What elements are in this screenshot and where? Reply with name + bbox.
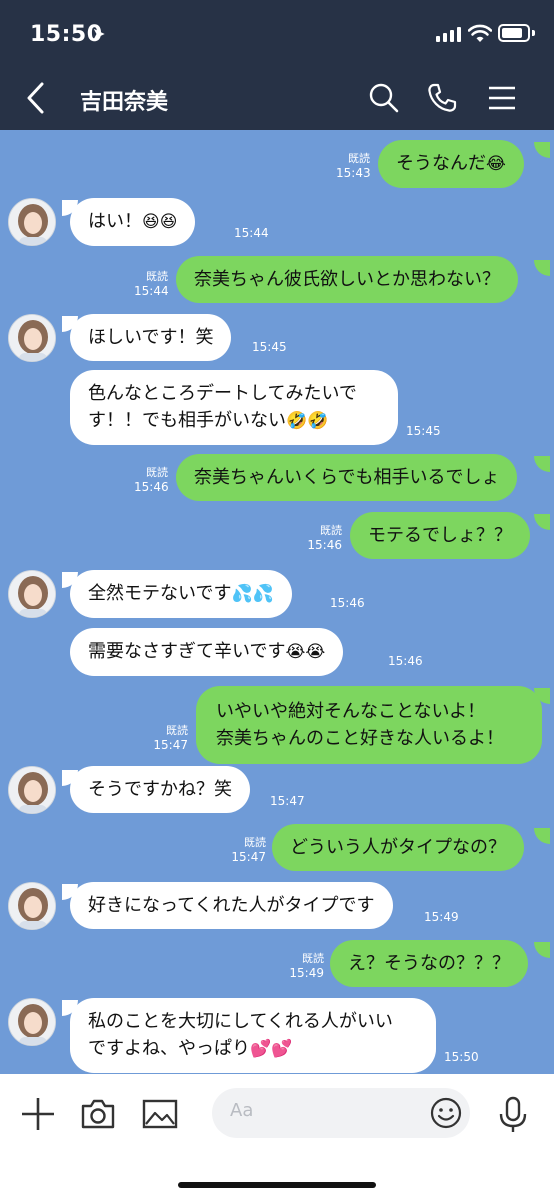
message-time: 15:49 (424, 910, 459, 924)
search-icon[interactable] (368, 82, 400, 114)
location-arrow-icon: ➤ (92, 24, 106, 43)
message-time: 15:44 (134, 284, 169, 298)
outgoing-message-bubble[interactable]: モテるでしょ？？ (350, 512, 530, 559)
message-time: 15:46 (388, 654, 423, 668)
microphone-icon[interactable] (498, 1096, 528, 1134)
message-meta: 既読 15:49 (288, 952, 324, 980)
read-receipt: 既読 (302, 952, 324, 965)
avatar[interactable] (8, 570, 56, 618)
plus-icon[interactable] (20, 1096, 56, 1132)
incoming-message-bubble[interactable]: そうですかね？笑 (70, 766, 250, 813)
home-indicator (178, 1182, 376, 1188)
avatar[interactable] (8, 314, 56, 362)
message-time: 15:49 (289, 966, 324, 980)
message-time: 15:46 (134, 480, 169, 494)
hamburger-menu-icon[interactable] (488, 86, 516, 110)
incoming-message-bubble[interactable]: 好きになってくれた人がタイプです (70, 882, 393, 929)
cellular-signal-icon (436, 27, 461, 42)
avatar[interactable] (8, 998, 56, 1046)
outgoing-message-bubble[interactable]: え？そうなの？？？ (330, 940, 528, 987)
outgoing-message-bubble[interactable]: 奈美ちゃんいくらでも相手いるでしょ (176, 454, 518, 501)
outgoing-message-bubble[interactable]: そうなんだ😂 (378, 140, 524, 188)
message-meta: 既読 15:47 (230, 836, 266, 864)
read-receipt: 既読 (244, 836, 266, 849)
message-compose-bar (0, 1074, 554, 1200)
wifi-icon (468, 24, 492, 42)
message-time: 15:47 (231, 850, 266, 864)
image-icon[interactable] (142, 1098, 178, 1130)
message-time: 15:45 (406, 424, 441, 438)
message-time: 15:46 (307, 538, 342, 552)
message-meta: 既読 15:46 (134, 466, 169, 494)
chat-title: 吉田奈美 (80, 90, 169, 115)
smiley-icon[interactable] (430, 1097, 462, 1129)
avatar[interactable] (8, 882, 56, 930)
message-meta: 既読 15:44 (134, 270, 169, 298)
read-receipt: 既読 (320, 524, 342, 537)
message-meta: 既読 15:47 (152, 724, 188, 752)
message-time: 15:50 (444, 1050, 479, 1064)
camera-icon[interactable] (80, 1098, 116, 1130)
back-chevron-icon[interactable] (24, 80, 48, 116)
read-receipt: 既読 (146, 466, 168, 479)
message-time: 15:46 (330, 596, 365, 610)
incoming-message-bubble[interactable]: 全然モテないです💦💦 (70, 570, 292, 618)
message-input[interactable] (230, 1100, 420, 1121)
incoming-message-bubble[interactable]: 私のことを大切にしてくれる人がいい ですよね、やっぱり💕💕 (70, 998, 436, 1073)
chat-message-list[interactable]: 既読 15:43 そうなんだ😂 はい！😆😆 15:44 既読 15:44 奈美ち… (0, 130, 554, 1074)
message-time: 15:45 (252, 340, 287, 354)
phone-icon[interactable] (426, 82, 458, 114)
message-time: 15:47 (153, 738, 188, 752)
message-time: 15:44 (234, 226, 269, 240)
incoming-message-bubble[interactable]: ほしいです！笑 (70, 314, 232, 361)
read-receipt: 既読 (348, 152, 370, 165)
message-meta: 既読 15:46 (306, 524, 342, 552)
outgoing-message-bubble[interactable]: いやいや絶対そんなことないよ！ 奈美ちゃんのこと好きな人いるよ！ (196, 686, 542, 764)
avatar[interactable] (8, 766, 56, 814)
incoming-message-bubble[interactable]: 需要なさすぎて辛いです😭😭 (70, 628, 344, 676)
outgoing-message-bubble[interactable]: 奈美ちゃん彼氏欲しいとか思わない？ (176, 256, 518, 303)
outgoing-message-bubble[interactable]: どういう人がタイプなの？ (272, 824, 524, 871)
read-receipt: 既読 (146, 270, 168, 283)
avatar[interactable] (8, 198, 56, 246)
message-meta: 既読 15:43 (336, 152, 371, 180)
message-input-container[interactable] (212, 1088, 470, 1138)
message-time: 15:47 (270, 794, 305, 808)
battery-icon (498, 24, 530, 42)
read-receipt: 既読 (166, 724, 188, 737)
message-time: 15:43 (336, 166, 371, 180)
battery-cap (532, 30, 535, 36)
top-bar: 15:50 ➤ 吉田奈美 (0, 0, 554, 130)
incoming-message-bubble[interactable]: 色んなところデートしてみたいで す！！でも相手がいない🤣🤣 (70, 370, 398, 445)
incoming-message-bubble[interactable]: はい！😆😆 (70, 198, 196, 246)
